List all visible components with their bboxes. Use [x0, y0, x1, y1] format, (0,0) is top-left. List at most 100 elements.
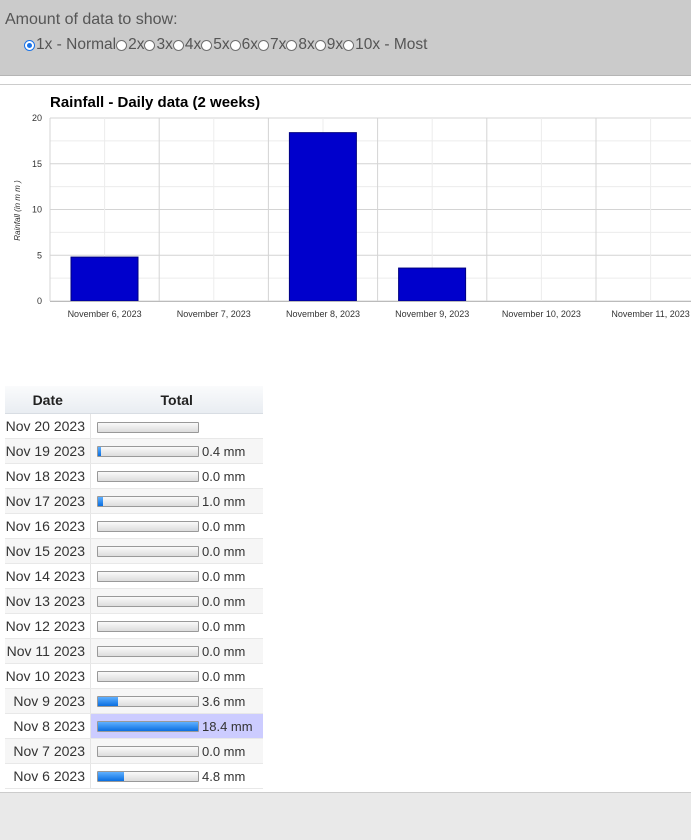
rainfall-bar	[97, 721, 199, 733]
amount-option-10x[interactable]: 10x - Most	[343, 36, 427, 54]
date-cell: Nov 13 2023	[5, 588, 91, 614]
total-cell	[90, 413, 263, 439]
amount-option-2x[interactable]: 2x	[116, 36, 144, 54]
radio-button[interactable]	[229, 39, 241, 51]
date-cell: Nov 14 2023	[5, 563, 91, 589]
radio-button[interactable]	[172, 39, 184, 51]
date-cell: Nov 15 2023	[5, 538, 91, 564]
total-cell: 0.4 mm	[90, 438, 263, 464]
rainfall-bar	[97, 421, 199, 433]
rainfall-bar	[97, 521, 199, 533]
total-cell: 0.0 mm	[90, 563, 263, 589]
rainfall-bar	[97, 621, 199, 633]
rainfall-bar-fill	[98, 722, 198, 732]
y-axis-label: Rainfall (in m m )	[13, 180, 22, 241]
radio-button[interactable]	[343, 39, 355, 51]
rainfall-chart-svg: 0 5 10 15 20 Rainfall (in m m ) November 6, 20…	[13, 113, 691, 319]
amount-option-1x[interactable]: 1x - Normal	[24, 36, 116, 54]
rainfall-bar	[97, 571, 199, 583]
date-cell: Nov 19 2023	[5, 438, 91, 464]
date-cell: Nov 17 2023	[5, 488, 91, 514]
rainfall-table: Date Total Nov 20 2023 Nov 19 2023 0.4 mm N…	[5, 386, 263, 789]
amount-option-7x[interactable]: 7x	[257, 36, 286, 54]
radio-button[interactable]	[286, 39, 298, 51]
table-row: Nov 13 2023 0.0 mm	[5, 588, 263, 614]
rainfall-bar-fill	[98, 497, 104, 507]
table-row: Nov 7 2023 0.0 mm	[5, 738, 263, 764]
radio-button[interactable]	[201, 39, 213, 51]
radio-label: 4x	[184, 36, 202, 53]
rainfall-bar	[97, 671, 199, 683]
total-cell: 0.0 mm	[90, 613, 263, 639]
date-cell: Nov 10 2023	[5, 663, 91, 689]
amount-option-6x[interactable]: 6x	[229, 36, 258, 54]
rainfall-bar	[97, 496, 199, 508]
radio-label: 2x	[128, 36, 145, 53]
y-tick-label: 10	[32, 205, 42, 215]
rainfall-bar	[97, 746, 199, 758]
total-value: 0.0 mm	[202, 744, 246, 760]
radio-label: 8x	[298, 36, 315, 53]
radio-label: 9x	[326, 36, 344, 53]
bar	[398, 267, 467, 302]
table-row: Nov 9 2023 3.6 mm	[5, 688, 263, 714]
date-cell: Nov 11 2023	[5, 638, 91, 664]
amount-label: Amount of data to show:	[5, 11, 178, 28]
date-cell: Nov 18 2023	[5, 463, 91, 489]
radio-button[interactable]	[24, 39, 35, 51]
radio-label: 10x - Most	[355, 36, 428, 53]
total-cell: 0.0 mm	[90, 538, 263, 564]
table-row: Nov 14 2023 0.0 mm	[5, 563, 263, 589]
total-value: 3.6 mm	[202, 694, 246, 710]
x-tick-label: November 11, 2023	[611, 309, 689, 319]
amount-option-3x[interactable]: 3x	[144, 36, 173, 54]
table-header-row: Date Total	[5, 386, 263, 414]
column-header-date: Date	[5, 386, 91, 414]
date-cell: Nov 20 2023	[5, 413, 91, 439]
y-tick-label: 20	[32, 113, 42, 123]
rainfall-chart: 0 5 10 15 20 Rainfall (in m m ) November 6, 20…	[0, 84, 691, 325]
total-value: 0.0 mm	[202, 669, 246, 685]
amount-option-8x[interactable]: 8x	[286, 36, 315, 54]
total-cell: 18.4 mm	[90, 713, 263, 739]
table-row: Nov 16 2023 0.0 mm	[5, 513, 263, 539]
radio-button[interactable]	[314, 39, 326, 51]
rainfall-bar-fill	[98, 447, 101, 457]
x-tick-label: November 8, 2023	[286, 309, 360, 319]
date-cell: Nov 7 2023	[5, 738, 91, 764]
radio-label: 6x	[241, 36, 258, 53]
bar	[288, 132, 357, 302]
rainfall-bar	[97, 696, 199, 708]
date-cell: Nov 16 2023	[5, 513, 91, 539]
radio-button[interactable]	[257, 39, 269, 51]
total-value: 4.8 mm	[202, 769, 246, 785]
rainfall-bar	[97, 771, 199, 783]
total-value: 0.0 mm	[202, 544, 246, 560]
total-cell: 3.6 mm	[90, 688, 263, 714]
total-value: 18.4 mm	[202, 719, 253, 735]
radio-label: 1x - Normal	[36, 36, 117, 53]
total-value: 0.4 mm	[202, 444, 246, 460]
x-tick-label: November 9, 2023	[395, 309, 469, 319]
table-row: Nov 15 2023 0.0 mm	[5, 538, 263, 564]
total-cell: 0.0 mm	[90, 738, 263, 764]
amount-option-5x[interactable]: 5x	[201, 36, 230, 54]
radio-button[interactable]	[116, 39, 128, 51]
radio-button[interactable]	[144, 39, 156, 51]
total-value: 0.0 mm	[202, 619, 246, 635]
x-tick-label: November 7, 2023	[177, 309, 251, 319]
total-cell: 4.8 mm	[90, 763, 263, 789]
x-tick-label: November 10, 2023	[502, 309, 581, 319]
column-header-total: Total	[90, 386, 263, 414]
footer	[0, 792, 691, 840]
rainfall-bar	[97, 646, 199, 658]
chart-title: Rainfall - Daily data (2 weeks)	[50, 94, 261, 111]
amount-option-4x[interactable]: 4x	[172, 36, 202, 54]
total-cell: 0.0 mm	[90, 663, 263, 689]
total-value: 0.0 mm	[202, 644, 246, 660]
total-value: 0.0 mm	[202, 519, 246, 535]
amount-option-9x[interactable]: 9x	[314, 36, 344, 54]
date-cell: Nov 6 2023	[5, 763, 91, 789]
table-row: Nov 20 2023	[5, 413, 263, 439]
total-value: 1.0 mm	[202, 494, 246, 510]
